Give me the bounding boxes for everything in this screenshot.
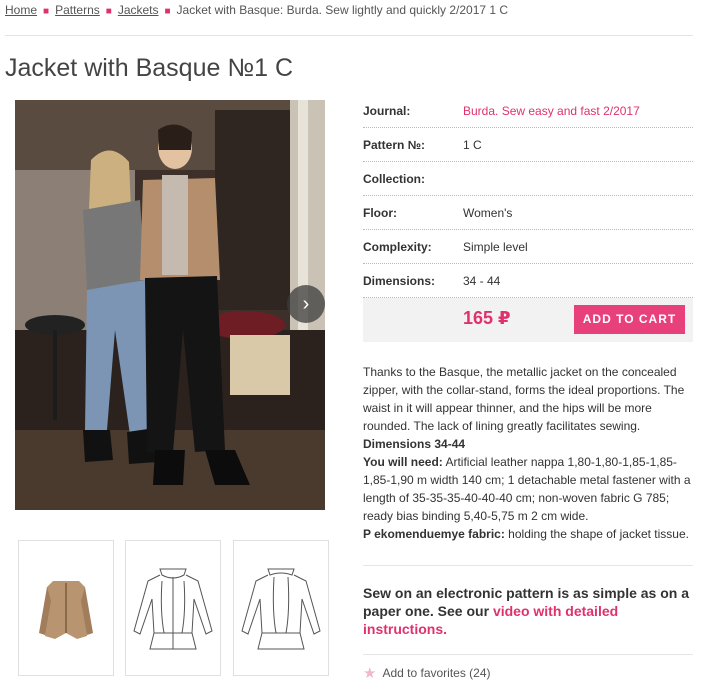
price-bar: 165 ₽ ADD TO CART [363,298,693,342]
page-title: Jacket with Basque №1 C [5,54,294,82]
spec-value: Simple level [463,239,528,254]
spec-label: Journal: [363,103,411,118]
spec-row-complexity: Complexity: Simple level [363,230,693,264]
spec-value: 34 - 44 [463,273,501,288]
breadcrumb-current: Jacket with Basque: Burda. Sew lightly a… [176,3,509,17]
spec-value: 1 C [463,137,482,152]
description-intro: Thanks to the Basque, the metallic jacke… [363,365,685,433]
breadcrumb-separator: ■ [105,6,112,17]
promo-divider [363,565,693,566]
thumbnail-jacket-photo[interactable] [18,540,114,676]
pattern-description: Thanks to the Basque, the metallic jacke… [363,363,695,543]
header-divider [5,35,693,36]
chevron-right-icon: › [302,293,310,315]
fabric-label: P ekomenduemye fabric: [363,527,505,541]
spec-label: Dimensions: [363,273,436,288]
spec-label: Collection: [363,171,425,186]
favorites-label: Add to favorites (24) [382,666,491,680]
breadcrumb-patterns-link[interactable]: Patterns [55,3,100,17]
spec-label: Pattern №: [363,137,426,152]
product-photo-illustration [15,100,325,510]
next-image-button[interactable]: › [287,285,325,323]
breadcrumb: Home ■ Patterns ■ Jackets ■ Jacket with Basque… [5,3,508,17]
dimensions-heading: Dimensions 34-44 [363,437,466,451]
spec-row-pattern-number: Pattern №: 1 C [363,128,693,162]
thumbnail-back-sketch[interactable] [233,540,329,676]
price: 165 ₽ [463,308,511,328]
breadcrumb-jackets-link[interactable]: Jackets [118,3,159,17]
spec-row-journal: Journal: Burda. Sew easy and fast 2/2017 [363,94,693,128]
spec-row-dimensions: Dimensions: 34 - 44 [363,264,693,298]
star-icon: ★ [363,665,377,682]
spec-label: Complexity: [363,239,432,254]
spec-label: Floor: [363,205,397,220]
fabric-text: holding the shape of jacket tissue. [504,527,689,541]
product-photo[interactable] [15,100,325,510]
breadcrumb-home-link[interactable]: Home [5,3,37,17]
thumbnail-front-sketch[interactable] [125,540,221,676]
materials-label: You will need: [363,455,443,469]
electronic-pattern-promo: Sew on an electronic pattern is as simpl… [363,584,698,638]
journal-link[interactable]: Burda. Sew easy and fast 2/2017 [463,104,640,118]
breadcrumb-separator: ■ [43,6,50,17]
spec-row-floor: Floor: Women's [363,196,693,230]
add-to-cart-button[interactable]: ADD TO CART [574,305,685,334]
back-sketch-thumbnail-image [241,568,321,650]
front-sketch-thumbnail-image [133,568,213,650]
jacket-photo-thumbnail-image [39,581,93,639]
spec-value: Women's [463,205,513,220]
breadcrumb-separator: ■ [164,6,171,17]
spec-row-collection: Collection: [363,162,693,196]
add-to-favorites-button[interactable]: ★ Add to favorites (24) [363,664,491,682]
favorites-divider [363,654,693,655]
pattern-specs: Journal: Burda. Sew easy and fast 2/2017… [363,94,693,298]
